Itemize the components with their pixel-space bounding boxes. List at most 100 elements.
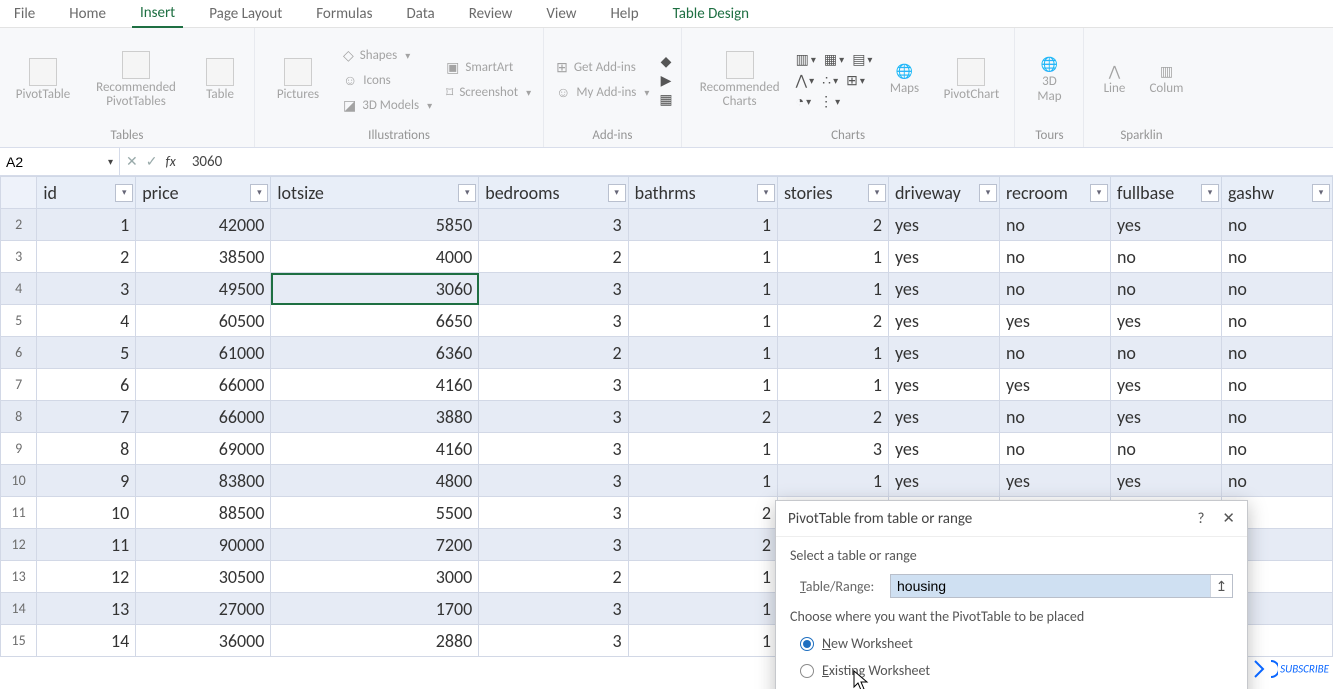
cell[interactable]: 42000	[136, 209, 271, 241]
column-header-lotsize[interactable]: lotsize▾	[271, 177, 479, 209]
column-header-driveway[interactable]: driveway▾	[888, 177, 999, 209]
cell[interactable]: 6360	[271, 337, 479, 369]
cell[interactable]: yes	[888, 433, 999, 465]
menu-pagelayout[interactable]: Page Layout	[201, 1, 290, 27]
row-header[interactable]: 6	[1, 337, 37, 369]
sparkline-line-button[interactable]: ⋀Line	[1092, 61, 1136, 98]
column-header-id[interactable]: id▾	[37, 177, 136, 209]
cell[interactable]: yes	[888, 305, 999, 337]
cell[interactable]: 83800	[136, 465, 271, 497]
cell[interactable]: no	[1221, 369, 1332, 401]
visio-icon[interactable]: ▦	[659, 91, 672, 108]
cell[interactable]: no	[1110, 433, 1221, 465]
cell[interactable]: 1	[777, 273, 888, 305]
cell[interactable]: 1	[777, 369, 888, 401]
cell[interactable]: 1	[37, 209, 136, 241]
filter-icon[interactable]: ▾	[757, 184, 775, 202]
row-header[interactable]: 8	[1, 401, 37, 433]
menu-insert[interactable]: Insert	[132, 0, 183, 28]
cell[interactable]: 2	[37, 241, 136, 273]
cell[interactable]: 9	[37, 465, 136, 497]
cell[interactable]: 60500	[136, 305, 271, 337]
cell[interactable]: 3	[37, 273, 136, 305]
cell[interactable]: 2	[479, 337, 628, 369]
cell[interactable]: no	[1221, 273, 1332, 305]
shapes-button[interactable]: ◇Shapes▾	[339, 45, 436, 66]
cell[interactable]: 10	[37, 497, 136, 529]
people-icon[interactable]: ▶	[659, 72, 672, 89]
recommended-charts-button[interactable]: Recommended Charts	[690, 49, 790, 112]
menu-home[interactable]: Home	[61, 1, 114, 27]
cell[interactable]: 3	[479, 593, 628, 625]
cell[interactable]: 3	[479, 433, 628, 465]
cell[interactable]: no	[1221, 209, 1332, 241]
cell[interactable]: 4160	[271, 433, 479, 465]
cell[interactable]: 4000	[271, 241, 479, 273]
cell[interactable]: 36000	[136, 625, 271, 657]
cell[interactable]: yes	[888, 273, 999, 305]
cell[interactable]: 3	[479, 625, 628, 657]
cell[interactable]: 4160	[271, 369, 479, 401]
cell[interactable]: 1	[777, 241, 888, 273]
cell[interactable]: yes	[888, 465, 999, 497]
menu-review[interactable]: Review	[461, 1, 521, 27]
cell[interactable]: 7200	[271, 529, 479, 561]
column-header-recroom[interactable]: recroom▾	[999, 177, 1110, 209]
column-header-bathrms[interactable]: bathrms▾	[628, 177, 777, 209]
cell[interactable]: 1	[628, 209, 777, 241]
cell[interactable]: 2	[628, 401, 777, 433]
sparkline-column-button[interactable]: ▥Colum	[1142, 61, 1190, 98]
cell[interactable]: 2	[777, 305, 888, 337]
fx-icon[interactable]: fx	[165, 153, 175, 170]
row-header[interactable]: 10	[1, 465, 37, 497]
row-header[interactable]: 4	[1, 273, 37, 305]
cancel-icon[interactable]: ✕	[126, 153, 138, 170]
get-addins-button[interactable]: ⊞Get Add-ins	[552, 57, 653, 78]
row-header[interactable]: 9	[1, 433, 37, 465]
cell[interactable]: 3	[479, 273, 628, 305]
chevron-down-icon[interactable]: ▾	[108, 155, 113, 168]
cell[interactable]: 6	[37, 369, 136, 401]
cell[interactable]: 2	[628, 529, 777, 561]
cell[interactable]: 3	[479, 369, 628, 401]
table-range-input[interactable]	[891, 575, 1210, 597]
column-chart-icon[interactable]: ▥▾	[796, 51, 816, 68]
column-header-stories[interactable]: stories▾	[777, 177, 888, 209]
row-header[interactable]: 11	[1, 497, 37, 529]
smartart-button[interactable]: ▣SmartArt	[442, 57, 535, 78]
cell[interactable]: 2	[628, 497, 777, 529]
my-addins-button[interactable]: ☺My Add-ins▾	[552, 82, 653, 103]
row-header[interactable]: 3	[1, 241, 37, 273]
cell[interactable]: 66000	[136, 401, 271, 433]
cell[interactable]: 1700	[271, 593, 479, 625]
filter-icon[interactable]: ▾	[979, 184, 997, 202]
cell[interactable]: yes	[888, 337, 999, 369]
cell[interactable]: no	[1110, 273, 1221, 305]
3dmodels-button[interactable]: ◪3D Models▾	[339, 95, 436, 116]
cell[interactable]: 12	[37, 561, 136, 593]
cell[interactable]: 4800	[271, 465, 479, 497]
collapse-dialog-icon[interactable]: ↥	[1210, 575, 1232, 597]
cell[interactable]: 1	[628, 273, 777, 305]
cell[interactable]: 3060	[271, 273, 479, 305]
menu-formulas[interactable]: Formulas	[308, 1, 380, 27]
cell[interactable]: 38500	[136, 241, 271, 273]
filter-icon[interactable]: ▾	[458, 184, 476, 202]
row-header[interactable]: 15	[1, 625, 37, 657]
cell[interactable]: 1	[628, 465, 777, 497]
statistic-chart-icon[interactable]: ∴▾	[822, 72, 838, 89]
menu-help[interactable]: Help	[602, 1, 646, 27]
cell[interactable]: 3000	[271, 561, 479, 593]
icons-button[interactable]: ☺Icons	[339, 70, 436, 91]
cell[interactable]: yes	[888, 209, 999, 241]
scatter-chart-icon[interactable]: ⋮▾	[819, 93, 840, 110]
cell[interactable]: yes	[888, 369, 999, 401]
cell[interactable]: 1	[628, 369, 777, 401]
cell[interactable]: no	[1110, 241, 1221, 273]
cell[interactable]: no	[1221, 305, 1332, 337]
cell[interactable]: no	[1221, 401, 1332, 433]
cell[interactable]: 1	[777, 465, 888, 497]
help-icon[interactable]: ?	[1197, 510, 1204, 528]
combo-chart-icon[interactable]: ⊞▾	[846, 72, 865, 89]
cell[interactable]: 1	[628, 337, 777, 369]
